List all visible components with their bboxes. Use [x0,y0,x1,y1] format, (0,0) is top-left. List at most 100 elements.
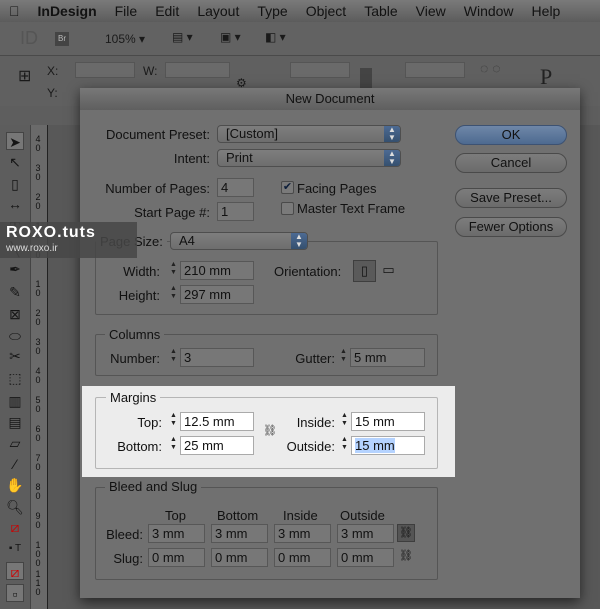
menu-table[interactable]: Table [355,3,406,19]
gradient-swatch-tool-icon[interactable]: ▥ [6,392,24,410]
bleed-top-input[interactable]: 3 mm [148,524,205,543]
gutter-input[interactable]: 5 mm [350,348,425,367]
rotation-field[interactable] [405,62,465,78]
height-stepper[interactable]: ▲ ▼ [168,285,179,304]
save-preset-button[interactable]: Save Preset... [455,188,567,208]
menu-edit[interactable]: Edit [146,3,188,19]
vertical-ruler: 403020100102030405060708090100110 [31,125,48,609]
columns-number-stepper[interactable]: ▲ ▼ [168,348,179,367]
new-document-dialog: New Document Document Preset: [Custom] ▲ ▼… [80,88,580,598]
margin-top-stepper[interactable]: ▲ ▼ [168,412,179,431]
x-field[interactable] [75,62,135,78]
margins-title: Margins [106,390,161,405]
menu-object[interactable]: Object [297,3,355,19]
direct-selection-tool-icon[interactable]: ↖ [6,153,24,171]
bleed-link-icon[interactable]: ⛓ [397,524,415,542]
bleed-slug-title: Bleed and Slug [105,479,202,494]
chain-link-icon[interactable] [360,68,372,88]
zoom-tool-icon[interactable]: 🔍︎ [6,498,24,516]
width-stepper[interactable]: ▲ ▼ [168,261,179,280]
ruler-number: 10 [35,279,41,298]
ellipse-tool-icon[interactable]: ⬭ [6,327,24,345]
bleed-bottom-input[interactable]: 3 mm [211,524,268,543]
orientation-label: Orientation: [274,264,342,279]
bridge-button[interactable]: Br [55,32,69,46]
scale-x-field[interactable] [290,62,350,78]
ruler-number: 30 [35,163,41,182]
height-input[interactable]: 297 mm [180,285,254,304]
select-arrows-icon: ▲ ▼ [384,126,400,142]
facing-pages-checkbox[interactable]: ✔ [281,181,294,194]
bleed-outside-input[interactable]: 3 mm [337,524,394,543]
select-arrows-icon: ▲ ▼ [384,150,400,166]
page-size-select[interactable]: A4 ▲ ▼ [170,232,308,250]
menu-file[interactable]: File [106,3,147,19]
columns-number-input[interactable]: 3 [180,348,254,367]
zoom-level-dropdown[interactable]: 105% ▾ [105,32,145,46]
formatting-container-icon[interactable]: ▪ T [6,540,24,558]
ok-button[interactable]: OK [455,125,567,145]
eyedropper-tool-icon[interactable]: ⁄ [6,455,24,473]
reference-point-icon[interactable]: ⊞ [18,66,31,86]
scissors-tool-icon[interactable]: ✂ [6,347,24,365]
fewer-options-button[interactable]: Fewer Options [455,217,567,237]
pencil-tool-icon[interactable]: ✎ [6,283,24,301]
pen-tool-icon[interactable]: ✒ [6,260,24,278]
view-options-icon[interactable]: ▤ ▾ [172,30,193,44]
ruler-number: 110 [35,569,41,597]
gutter-stepper[interactable]: ▲ ▼ [338,348,349,367]
note-tool-icon[interactable]: ▱ [6,434,24,452]
bleed-inside-input[interactable]: 3 mm [274,524,331,543]
margin-inside-input[interactable]: 15 mm [351,412,425,431]
master-text-frame-checkbox[interactable] [281,202,294,215]
bleed-header-inside: Inside [283,508,318,523]
slug-inside-input[interactable]: 0 mm [274,548,331,567]
preset-label: Document Preset: [105,127,210,142]
slug-outside-input[interactable]: 0 mm [337,548,394,567]
gradient-feather-tool-icon[interactable]: ▤ [6,413,24,431]
rotate-icon[interactable]: ◌ ◌ [480,60,501,76]
arrange-documents-icon[interactable]: ◧ ▾ [265,30,286,44]
cancel-button[interactable]: Cancel [455,153,567,173]
w-field[interactable] [165,62,230,78]
apple-menu-icon[interactable]:  [0,3,29,19]
columns-number-label: Number: [110,351,160,366]
slug-bottom-input[interactable]: 0 mm [211,548,268,567]
slug-top-input[interactable]: 0 mm [148,548,205,567]
margin-inside-stepper[interactable]: ▲ ▼ [339,412,350,431]
menu-layout[interactable]: Layout [188,3,248,19]
portrait-icon[interactable]: ▯ [353,260,376,282]
ruler-number: 60 [35,424,41,443]
menu-app[interactable]: InDesign [29,3,106,19]
margin-top-label: Top: [137,415,162,430]
landscape-icon[interactable]: ▭ [377,260,400,282]
menu-help[interactable]: Help [523,3,570,19]
selection-tool-icon[interactable]: ➤ [6,132,24,150]
hand-tool-icon[interactable]: ✋ [6,476,24,494]
margin-outside-stepper[interactable]: ▲ ▼ [339,436,350,455]
gap-tool-icon[interactable]: ↔ [6,195,24,213]
margin-top-input[interactable]: 12.5 mm [180,412,254,431]
screen-mode-tool-icon[interactable]: ▫ [6,584,24,602]
preset-select[interactable]: [Custom] ▲ ▼ [217,125,401,143]
menu-window[interactable]: Window [455,3,523,19]
page-tool-icon[interactable]: ▯ [6,175,24,193]
rectangle-frame-tool-icon[interactable]: ⊠ [6,305,24,323]
screen-mode-icon[interactable]: ▣ ▾ [220,30,241,44]
pages-input[interactable]: 4 [217,178,254,197]
start-page-input[interactable]: 1 [217,202,254,221]
menu-view[interactable]: View [407,3,455,19]
menu-type[interactable]: Type [248,3,296,19]
margin-bottom-stepper[interactable]: ▲ ▼ [168,436,179,455]
select-arrows-icon: ▲ ▼ [291,233,307,249]
slug-link-icon[interactable]: ⛓ [399,549,413,562]
fill-stroke-icon[interactable]: ⧄ [6,518,24,536]
intent-select[interactable]: Print ▲ ▼ [217,149,401,167]
width-input[interactable]: 210 mm [180,261,254,280]
margin-bottom-input[interactable]: 25 mm [180,436,254,455]
apply-none-icon[interactable]: ⧄ [6,562,24,580]
free-transform-tool-icon[interactable]: ⬚ [6,369,24,387]
margin-outside-input[interactable]: 15 mm [351,436,425,455]
watermark-url: www.roxo.ir [6,243,58,254]
intent-label: Intent: [173,151,210,166]
